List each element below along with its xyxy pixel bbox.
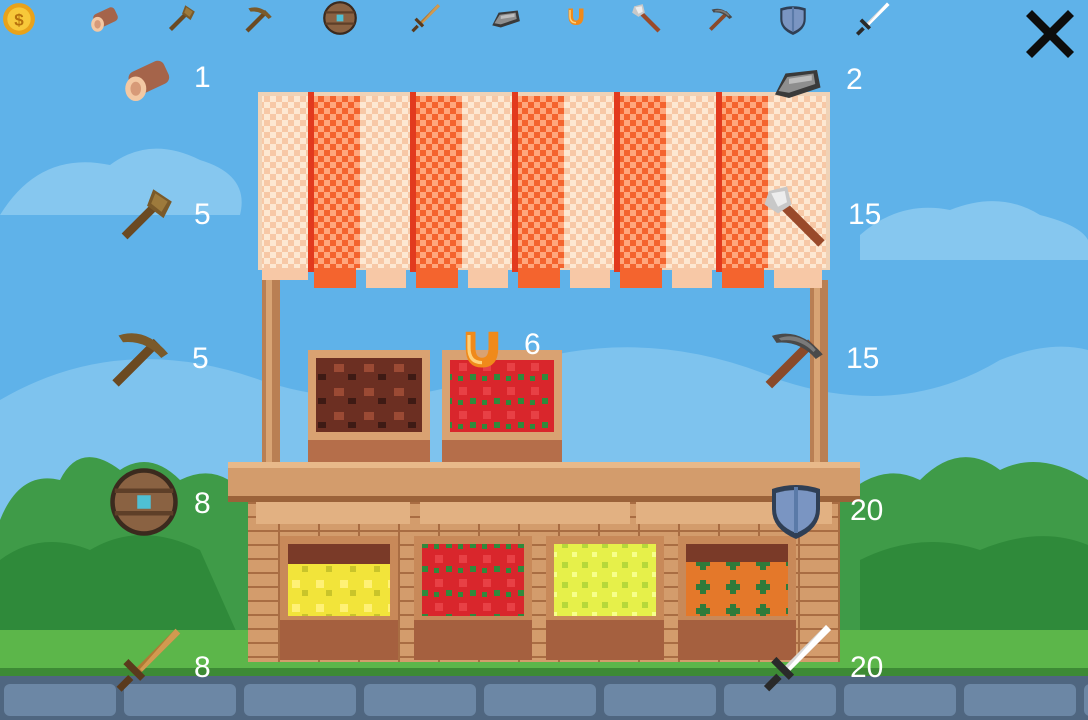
wooden-pickaxe-icon: [104, 322, 178, 394]
coin-icon[interactable]: [2, 2, 36, 36]
horseshoe-icon[interactable]: [564, 4, 598, 38]
shop-item-horseshoe[interactable]: [456, 322, 508, 374]
shop-item-iron-axe[interactable]: [760, 180, 832, 256]
wooden-sword-icon: [108, 624, 186, 700]
price-wooden-pickaxe: 5: [192, 342, 209, 375]
iron-sword-icon: [756, 620, 836, 700]
wooden-sword-icon[interactable]: [408, 2, 442, 36]
price-iron-sword: 20: [850, 651, 884, 684]
price-wooden-sword: 8: [194, 651, 211, 684]
iron-axe-icon[interactable]: [630, 2, 664, 36]
horseshoe-icon: [456, 322, 508, 374]
iron-pickaxe-icon: [758, 322, 832, 396]
price-iron-pickaxe: 15: [846, 342, 880, 375]
wooden-axe-icon: [112, 180, 178, 252]
shop-item-log[interactable]: [118, 52, 178, 108]
shop-item-iron-shield[interactable]: [764, 472, 828, 546]
price-round-shield: 8: [194, 487, 211, 520]
shop-item-iron-pickaxe[interactable]: [758, 322, 832, 396]
log-icon: [118, 52, 178, 108]
price-iron-ingot: 2: [846, 63, 863, 96]
price-wooden-axe: 5: [194, 198, 211, 231]
iron-sword-icon[interactable]: [852, 0, 886, 34]
price-iron-axe: 15: [848, 198, 882, 231]
iron-axe-icon: [760, 180, 832, 256]
wooden-pickaxe-icon[interactable]: [242, 2, 276, 36]
shop-item-wooden-pickaxe[interactable]: [104, 322, 178, 394]
close-icon: [1018, 2, 1082, 66]
round-shield-icon: [108, 466, 180, 538]
iron-shield-icon[interactable]: [776, 0, 810, 34]
log-icon[interactable]: [88, 2, 122, 36]
iron-ingot-icon: [762, 56, 830, 112]
shop-item-wooden-sword[interactable]: [108, 624, 186, 700]
shop-item-round-shield[interactable]: [108, 466, 180, 538]
close-button[interactable]: [1018, 2, 1082, 66]
price-iron-shield: 20: [850, 494, 884, 527]
iron-shield-icon: [764, 472, 828, 546]
wooden-axe-icon[interactable]: [164, 2, 198, 36]
shop-item-iron-sword[interactable]: [756, 620, 836, 700]
shop-item-iron-ingot[interactable]: [762, 56, 830, 112]
price-horseshoe: 6: [524, 328, 541, 361]
round-shield-icon[interactable]: [322, 0, 356, 34]
iron-ingot-icon[interactable]: [488, 2, 522, 36]
iron-pickaxe-icon[interactable]: [706, 4, 740, 38]
shop-item-wooden-axe[interactable]: [112, 180, 178, 252]
price-log: 1: [194, 61, 211, 94]
